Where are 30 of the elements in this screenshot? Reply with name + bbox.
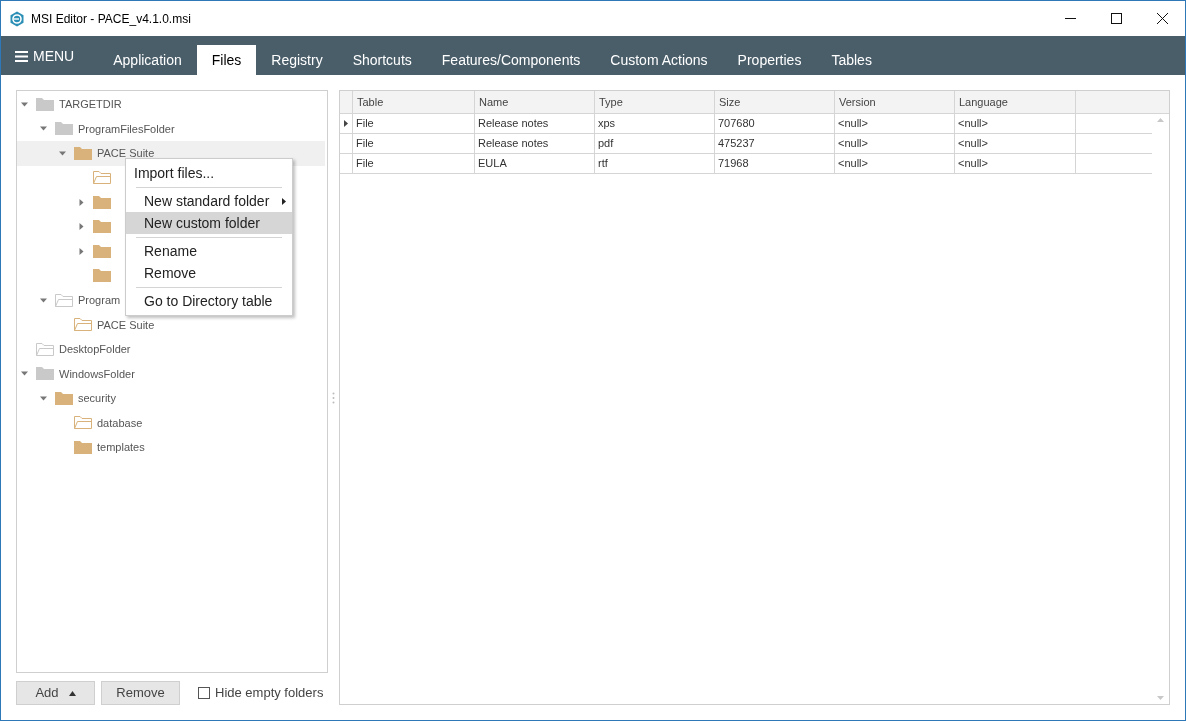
tree-label: TARGETDIR (59, 97, 122, 112)
table-cell: Release notes (475, 134, 595, 153)
table-cell: EULA (475, 154, 595, 173)
checkbox-label: Hide empty folders (215, 684, 324, 703)
table-cell: 707680 (715, 114, 835, 133)
table-cell: 71968 (715, 154, 835, 173)
table-cell: <null> (835, 114, 955, 133)
tree-label: security (78, 391, 116, 406)
table-cell: rtf (595, 154, 715, 173)
table-cell: <null> (835, 154, 955, 173)
tree-label: Program (78, 293, 121, 308)
table-cell: <null> (955, 134, 1076, 153)
tree-label: PACE Suite (97, 317, 155, 333)
table-cell: <null> (835, 134, 955, 153)
table-cell: pdf (595, 134, 715, 153)
tree-label: ProgramFilesFolder (78, 121, 175, 137)
tree-label: WindowsFolder (59, 366, 135, 382)
table-cell: <null> (955, 154, 1076, 173)
table-cell: 475237 (715, 134, 835, 153)
tree-label: DesktopFolder (59, 342, 131, 357)
tree-label: templates (97, 440, 145, 455)
table-cell: File (353, 114, 475, 133)
table-cell: File (353, 154, 475, 173)
table-cell: Release notes (475, 114, 595, 133)
tree-label: database (97, 415, 143, 431)
table-cell: <null> (955, 114, 1076, 133)
table-cell: xps (595, 114, 715, 133)
tree-label: PACE Suite (97, 146, 155, 161)
table-cell: File (353, 134, 475, 153)
window-title: MSI Editor - PACE_v4.1.0.msi (31, 10, 191, 28)
